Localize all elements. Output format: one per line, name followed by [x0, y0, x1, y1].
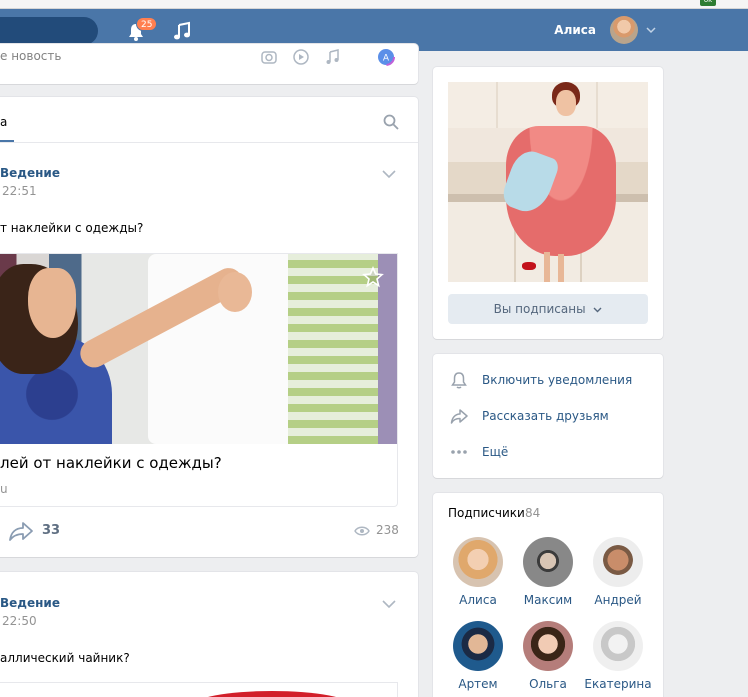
attachment-title[interactable]: лей от наклейки с одежды? — [0, 454, 222, 472]
chevron-down-icon[interactable] — [646, 26, 656, 34]
eye-icon — [354, 526, 370, 536]
bell-icon — [451, 372, 467, 389]
photo-red-shape — [192, 691, 352, 697]
photo-woman-face — [28, 268, 76, 338]
action-label: Ещё — [482, 445, 509, 459]
photo-cabinet — [448, 82, 648, 128]
subscribers-count: 84 — [525, 506, 541, 520]
subscribers-title[interactable]: Подписчики — [448, 506, 525, 520]
chevron-down-icon — [593, 307, 602, 312]
subscriber-item[interactable]: Екатерина — [584, 621, 652, 697]
photo-woman-hand — [218, 272, 252, 312]
attachment-photo[interactable] — [0, 682, 398, 697]
subscriber-item[interactable]: Андрей — [584, 537, 650, 617]
avatar[interactable] — [453, 537, 503, 587]
post-text: т наклейки с одежды? — [0, 221, 144, 235]
subscribed-button[interactable]: Вы подписаны — [448, 294, 648, 324]
browser-extension-icon[interactable]: ok — [700, 0, 716, 6]
subscriber-item[interactable]: Максим — [514, 537, 580, 617]
post-text: аллический чайник? — [0, 651, 130, 665]
avatar[interactable] — [453, 621, 503, 671]
post-time[interactable]: 22:51 — [2, 184, 37, 198]
video-icon[interactable] — [292, 48, 310, 66]
divider — [0, 142, 418, 143]
subscriber-name[interactable]: Максим — [514, 593, 582, 607]
svg-text:A: A — [383, 54, 390, 64]
attachment-photo[interactable] — [0, 254, 397, 444]
link-attachment[interactable]: лей от наклейки с одежды? u — [0, 253, 398, 507]
subscribed-label: Вы подписаны — [493, 302, 586, 316]
photo-face — [556, 90, 576, 116]
subscriber-name[interactable]: Андрей — [584, 593, 652, 607]
profile-card: Вы подписаны — [433, 67, 663, 339]
search-icon[interactable] — [383, 114, 399, 130]
profile-photo[interactable] — [448, 82, 648, 282]
post-time[interactable]: 22:50 — [2, 614, 37, 628]
post-settings-icon[interactable]: A — [377, 48, 395, 66]
feed-tab[interactable]: а — [0, 115, 7, 129]
share-icon — [450, 409, 468, 424]
action-label: Включить уведомления — [482, 373, 633, 387]
actions-card: Включить уведомления Рассказать друзьям … — [433, 354, 663, 478]
subscriber-item[interactable]: Алиса — [444, 537, 510, 617]
subscribers-card: Подписчики 84 Алиса Максим Андрей Артем … — [433, 493, 663, 697]
subscriber-name[interactable]: Ольга — [514, 677, 582, 691]
camera-icon[interactable] — [260, 48, 278, 66]
photo-legs — [544, 252, 550, 282]
photo-shoe — [522, 262, 536, 270]
notifications-badge: 25 — [136, 17, 158, 31]
enable-notifications-action[interactable]: Включить уведомления — [450, 371, 660, 391]
browser-top-strip: ok — [0, 0, 748, 9]
tell-friends-action[interactable]: Рассказать друзьям — [450, 407, 660, 427]
new-post-composer[interactable]: е новость A — [0, 44, 418, 84]
feed-card: а Ведение 22:51 т наклейки с одежды? лей… — [0, 97, 418, 557]
header-user-avatar[interactable] — [610, 16, 638, 44]
attachment-source: u — [0, 482, 8, 496]
post-author[interactable]: Ведение — [0, 596, 60, 610]
subscriber-item[interactable]: Артем — [444, 621, 510, 697]
more-action[interactable]: Ещё — [450, 443, 660, 463]
subscriber-name[interactable]: Алиса — [444, 593, 512, 607]
header-search-field[interactable] — [0, 17, 98, 45]
subscriber-item[interactable]: Ольга — [514, 621, 580, 697]
post-menu-chevron-icon[interactable] — [382, 170, 396, 179]
more-icon — [451, 450, 467, 454]
avatar[interactable] — [593, 621, 643, 671]
share-icon[interactable] — [8, 520, 34, 542]
share-count: 33 — [42, 523, 61, 538]
subscriber-name[interactable]: Артем — [444, 677, 512, 691]
audio-icon[interactable] — [324, 48, 342, 66]
avatar[interactable] — [523, 621, 573, 671]
avatar[interactable] — [593, 537, 643, 587]
view-count: 238 — [376, 523, 399, 537]
composer-placeholder: е новость — [0, 49, 62, 63]
header-user-name[interactable]: Алиса — [554, 23, 596, 37]
subscriber-name[interactable]: Екатерина — [584, 677, 652, 691]
feed-post: Ведение 22:50 аллический чайник? — [0, 572, 418, 697]
music-icon[interactable] — [172, 21, 192, 41]
star-bookmark-icon[interactable] — [362, 266, 384, 288]
avatar[interactable] — [523, 537, 573, 587]
post-author[interactable]: Ведение — [0, 166, 60, 180]
action-label: Рассказать друзьям — [482, 409, 609, 423]
post-menu-chevron-icon[interactable] — [382, 600, 396, 609]
